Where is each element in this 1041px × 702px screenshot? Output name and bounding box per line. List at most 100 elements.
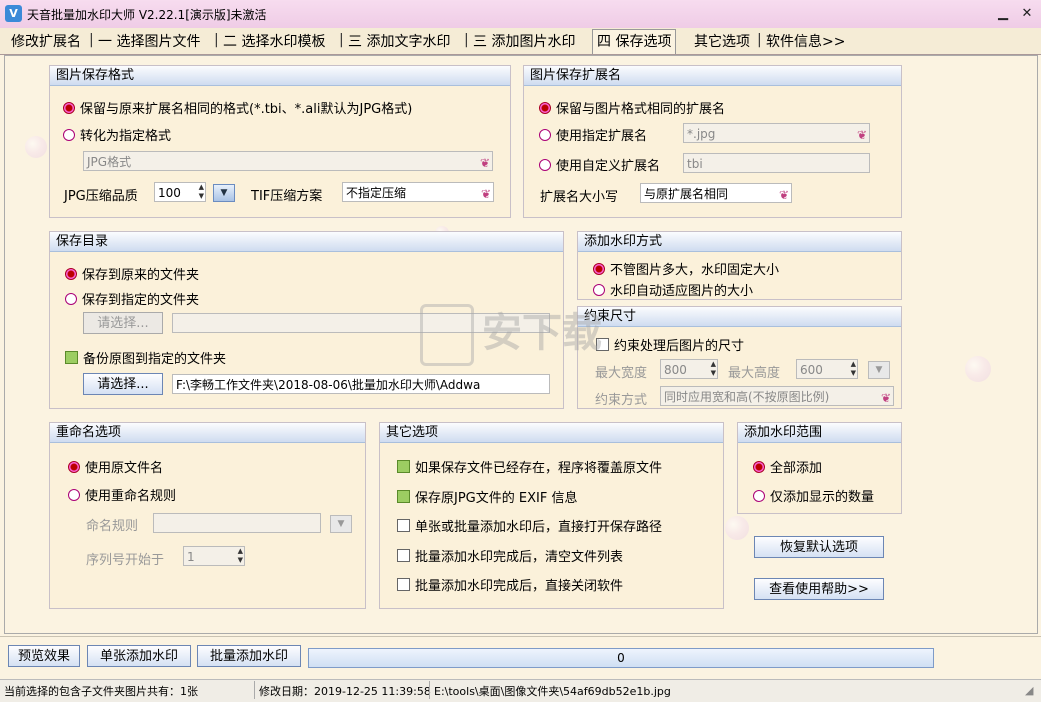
- radio-keep-extension[interactable]: 保留与图片格式相同的扩展名: [539, 98, 725, 117]
- extension-case-value: 与原扩展名相同: [644, 187, 729, 201]
- tab-other-options[interactable]: 其它选项: [694, 31, 750, 51]
- checkbox-label: 备份原图到指定的文件夹: [83, 352, 227, 367]
- checkbox-keep-exif[interactable]: 保存原JPG文件的 EXIF 信息: [397, 487, 577, 506]
- sequence-start-label: 序列号开始于: [86, 553, 165, 568]
- tab-separator: |: [339, 32, 344, 48]
- close-button[interactable]: ✕: [1014, 4, 1040, 24]
- checkbox-label: 批量添加水印完成后，清空文件列表: [415, 550, 624, 565]
- view-help-button[interactable]: 查看使用帮助>>: [754, 578, 884, 600]
- tif-compression-label: TIF压缩方案: [251, 189, 323, 204]
- extension-case-label: 扩展名大小写: [540, 190, 619, 205]
- restore-defaults-button[interactable]: 恢复默认选项: [754, 536, 884, 558]
- format-select-value: JPG格式: [87, 155, 132, 169]
- group-watermark-range: 添加水印范围 全部添加 仅添加显示的数量: [737, 422, 902, 514]
- group-rename-options: 重命名选项 使用原文件名 使用重命名规则 命名规则 ▼ 序列号开始于 1 ▲ ▼: [49, 422, 366, 609]
- choose-backup-folder-button[interactable]: 请选择...: [83, 373, 163, 395]
- max-width-label: 最大宽度: [595, 366, 648, 381]
- tab-save-options[interactable]: 四 保存选项: [592, 29, 677, 54]
- radio-custom-extension[interactable]: 使用自定义扩展名: [539, 155, 660, 174]
- group-title: 保存目录: [50, 232, 563, 252]
- checkbox-label: 单张或批量添加水印后，直接打开保存路径: [415, 520, 663, 535]
- radio-label: 使用指定扩展名: [556, 129, 648, 144]
- specified-extension-select[interactable]: *.jpg ❦: [683, 123, 870, 143]
- radio-icon: [539, 159, 551, 171]
- radio-use-rename-rule[interactable]: 使用重命名规则: [68, 485, 176, 504]
- batch-watermark-button[interactable]: 批量添加水印: [197, 645, 301, 667]
- butterfly-dropdown-icon: ❦: [856, 128, 867, 142]
- radio-save-original-folder[interactable]: 保存到原来的文件夹: [65, 264, 199, 283]
- radio-save-specified-folder[interactable]: 保存到指定的文件夹: [65, 289, 199, 308]
- custom-extension-input[interactable]: tbi: [683, 153, 870, 173]
- checkbox-close-software[interactable]: 批量添加水印完成后，直接关闭软件: [397, 575, 623, 594]
- checkbox-open-save-path[interactable]: 单张或批量添加水印后，直接打开保存路径: [397, 516, 662, 535]
- tab-rename-ext[interactable]: 修改扩展名: [11, 31, 81, 51]
- tab-select-images[interactable]: 一 选择图片文件: [98, 31, 200, 51]
- format-select[interactable]: JPG格式 ❦: [83, 151, 493, 171]
- extension-case-select[interactable]: 与原扩展名相同 ❦: [640, 183, 792, 203]
- single-watermark-button[interactable]: 单张添加水印: [87, 645, 191, 667]
- choose-folder-button[interactable]: 请选择...: [83, 312, 163, 334]
- group-title: 图片保存扩展名: [524, 66, 901, 86]
- radio-label: 保存到指定的文件夹: [82, 293, 200, 308]
- status-divider: [254, 681, 255, 699]
- radio-convert-format[interactable]: 转化为指定格式: [63, 125, 171, 144]
- radio-specified-extension[interactable]: 使用指定扩展名: [539, 125, 647, 144]
- tab-software-info[interactable]: 软件信息>>: [766, 31, 845, 51]
- size-dropdown-button[interactable]: ▼: [868, 361, 890, 379]
- checkbox-checked-icon: [397, 460, 410, 473]
- max-height-stepper[interactable]: 600 ▲ ▼: [796, 359, 858, 379]
- group-save-extension: 图片保存扩展名 保留与图片格式相同的扩展名 使用指定扩展名 *.jpg ❦ 使用自…: [523, 65, 902, 218]
- radio-selected-icon: [593, 263, 605, 275]
- naming-rule-label: 命名规则: [86, 519, 139, 534]
- naming-rule-dropdown-button[interactable]: ▼: [330, 515, 352, 533]
- group-size-constraint: 约束尺寸 约束处理后图片的尺寸 最大宽度 800 ▲ ▼ 最大高度 600 ▲ ▼ ▼ …: [577, 306, 902, 409]
- radio-add-all[interactable]: 全部添加: [753, 457, 822, 476]
- max-width-stepper[interactable]: 800 ▲ ▼: [660, 359, 718, 379]
- radio-label: 使用原文件名: [85, 461, 164, 476]
- decor-bubble: [725, 516, 749, 540]
- radio-label: 使用自定义扩展名: [556, 159, 661, 174]
- resize-grip-icon[interactable]: ◢: [1025, 684, 1033, 697]
- jpg-quality-stepper[interactable]: 100 ▲ ▼: [154, 182, 206, 202]
- tab-bar: 修改扩展名 | 一 选择图片文件 | 二 选择水印模板 | 三 添加文字水印 |…: [0, 28, 1041, 55]
- constraint-mode-select[interactable]: 同时应用宽和高(不按原图比例) ❦: [660, 386, 894, 406]
- checkbox-label: 如果保存文件已经存在，程序将覆盖原文件: [415, 461, 663, 476]
- radio-auto-fit[interactable]: 水印自动适应图片的大小: [593, 280, 753, 299]
- radio-selected-icon: [65, 268, 77, 280]
- radio-fixed-size[interactable]: 不管图片多大，水印固定大小: [593, 259, 779, 278]
- radio-use-original-name[interactable]: 使用原文件名: [68, 457, 163, 476]
- radio-keep-format[interactable]: 保留与原来扩展名相同的格式(*.tbi、*.ali默认为JPG格式): [63, 98, 412, 117]
- tab-select-template[interactable]: 二 选择水印模板: [223, 31, 325, 51]
- tab-text-watermark[interactable]: 三 添加文字水印: [348, 31, 450, 51]
- radio-label: 转化为指定格式: [80, 129, 172, 144]
- radio-label: 保留与原来扩展名相同的格式(*.tbi、*.ali默认为JPG格式): [80, 102, 413, 117]
- checkbox-overwrite-existing[interactable]: 如果保存文件已经存在，程序将覆盖原文件: [397, 457, 662, 476]
- status-divider: [429, 681, 430, 699]
- radio-icon: [68, 489, 80, 501]
- radio-icon: [593, 284, 605, 296]
- group-title: 添加水印方式: [578, 232, 901, 252]
- decor-bubble: [25, 136, 47, 158]
- preview-button[interactable]: 预览效果: [8, 645, 80, 667]
- naming-rule-input[interactable]: [153, 513, 321, 533]
- checkbox-icon: [397, 578, 410, 591]
- tif-compression-select[interactable]: 不指定压缩 ❦: [342, 182, 494, 202]
- minimize-button[interactable]: ▁: [990, 4, 1016, 24]
- butterfly-dropdown-icon: ❦: [880, 391, 891, 405]
- jpg-quality-label: JPG压缩品质: [64, 189, 138, 204]
- checkbox-clear-file-list[interactable]: 批量添加水印完成后，清空文件列表: [397, 546, 623, 565]
- title-bar: V 天音批量加水印大师 V2.22.1[演示版]未激活 ▁ ✕: [0, 0, 1041, 28]
- checkbox-backup-original[interactable]: 备份原图到指定的文件夹: [65, 348, 226, 367]
- quality-dropdown-button[interactable]: ▼: [213, 184, 235, 202]
- checkbox-constrain-size[interactable]: 约束处理后图片的尺寸: [596, 335, 744, 354]
- radio-label: 保存到原来的文件夹: [82, 268, 200, 283]
- status-image-count: 当前选择的包含子文件夹图片共有：1张: [4, 685, 198, 698]
- sequence-start-stepper[interactable]: 1 ▲ ▼: [183, 546, 245, 566]
- radio-label: 仅添加显示的数量: [770, 490, 875, 505]
- radio-add-visible-only[interactable]: 仅添加显示的数量: [753, 486, 874, 505]
- tab-image-watermark[interactable]: 三 添加图片水印: [473, 31, 575, 51]
- radio-selected-icon: [63, 102, 75, 114]
- backup-folder-path[interactable]: F:\李畅工作文件夹\2018-08-06\批量加水印大师\Addwa: [172, 374, 550, 394]
- status-modified-date: 修改日期：2019-12-25 11:39:58: [259, 685, 431, 698]
- specified-extension-value: *.jpg: [687, 127, 716, 141]
